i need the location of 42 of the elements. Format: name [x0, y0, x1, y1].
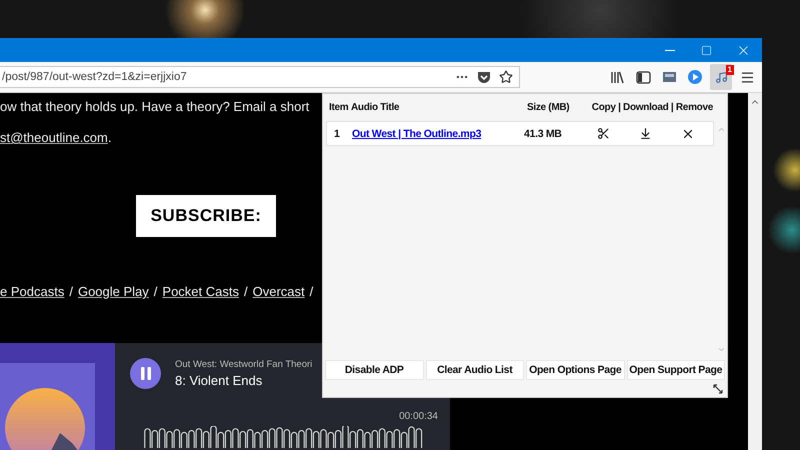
podcast-link[interactable]: Pocket Casts — [162, 284, 239, 299]
playback-time: 00:00:34 — [399, 411, 438, 422]
extension-button[interactable]: 1 — [710, 64, 732, 90]
popup-button[interactable]: Clear Audio List — [426, 360, 524, 380]
pause-button[interactable] — [130, 358, 161, 389]
address-field[interactable]: /post/987/out-west?zd=1&zi=erjjxio7 — [0, 66, 520, 88]
show-title: Out West: Westworld Fan Theori — [175, 359, 312, 370]
url-text: /post/987/out-west?zd=1&zi=erjjxio7 — [2, 71, 188, 83]
episode-title: 8: Violent Ends — [175, 373, 264, 388]
column-header: Size (MB) — [527, 102, 570, 112]
popup-button[interactable]: Open Options Page — [526, 360, 624, 380]
page-scrollbar[interactable] — [748, 93, 762, 450]
notification-badge: 1 — [726, 65, 734, 75]
file-size: 41.3 MB — [524, 128, 563, 140]
library-icon — [610, 70, 624, 84]
download-icon[interactable] — [638, 126, 652, 140]
item-number: 1 — [333, 128, 341, 140]
pocket-icon[interactable] — [477, 70, 491, 84]
article-text: ow that theory holds up. Have a theory? Email a short — [0, 98, 310, 116]
email-link[interactable]: st@theoutline.com — [0, 130, 108, 145]
scissors-icon[interactable] — [596, 126, 610, 140]
popup-button[interactable]: Open Support Page — [626, 360, 725, 380]
pause-icon — [140, 367, 152, 380]
music-note-icon — [714, 70, 728, 84]
column-header: Audio Title — [351, 102, 400, 112]
column-header: Copy | Download | Remove — [590, 102, 713, 112]
menu-icon — [740, 70, 754, 84]
podcast-link[interactable]: e Podcasts — [0, 284, 64, 299]
podcast-link[interactable]: Overcast — [252, 284, 305, 299]
popup-button[interactable]: Disable ADP — [325, 360, 424, 380]
screen-icon — [662, 71, 676, 83]
audio-title-link[interactable]: Out West | The Outline.mp3 — [352, 128, 482, 140]
maximize-icon — [701, 44, 712, 56]
column-header: Item — [329, 102, 350, 112]
sidebar-icon — [636, 70, 650, 84]
email-line: st@theoutline.com. — [0, 129, 112, 147]
play-circle-icon — [687, 69, 703, 85]
resize-grip-icon[interactable] — [713, 384, 723, 394]
bookmark-star-icon[interactable] — [499, 70, 513, 84]
subscribe-label: SUBSCRIBE: — [136, 195, 276, 237]
podcast-link[interactable]: Google Play — [78, 284, 149, 299]
podcast-links-line: e Podcasts / Google Play / Pocket Casts / Overcast / — [0, 283, 314, 301]
